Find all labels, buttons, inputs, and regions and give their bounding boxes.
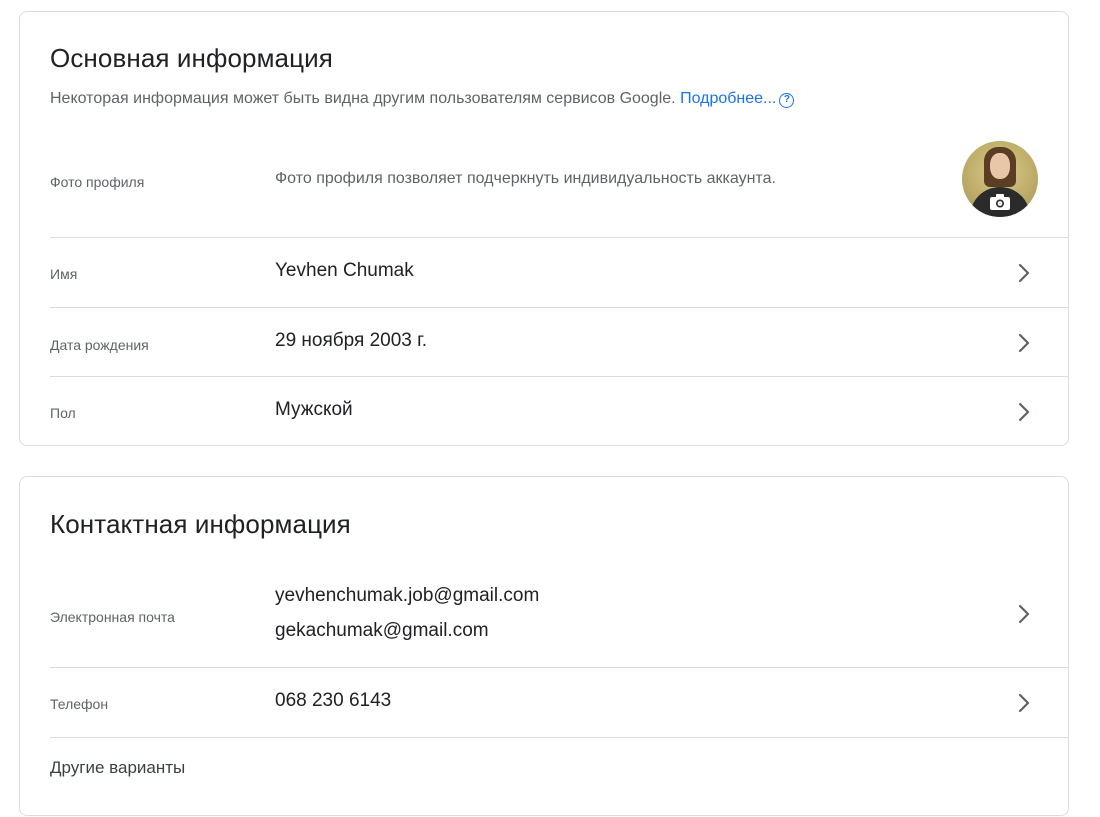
other-options-row[interactable]: Другие варианты [50, 737, 1068, 817]
basic-info-title: Основная информация [50, 43, 333, 73]
name-row[interactable]: Имя Yevhen Chumak [50, 237, 1068, 307]
chevron-right-icon [1018, 693, 1030, 713]
other-options-label: Другие варианты [50, 758, 186, 777]
contact-info-title: Контактная информация [50, 509, 351, 539]
basic-info-subtitle-text: Некоторая информация может быть видна др… [50, 90, 676, 107]
chevron-right-icon [1018, 263, 1030, 283]
birthday-row[interactable]: Дата рождения 29 ноября 2003 г. [50, 307, 1068, 376]
learn-more-link[interactable]: Подробнее... [680, 90, 776, 107]
birthday-value: 29 ноября 2003 г. [275, 330, 427, 351]
name-label: Имя [50, 266, 78, 282]
profile-photo-description: Фото профиля позволяет подчеркнуть индив… [275, 170, 776, 187]
chevron-right-icon [1018, 604, 1030, 624]
phone-row[interactable]: Телефон 068 230 6143 [50, 667, 1068, 737]
contact-info-card: Контактная информация Электронная почта … [19, 476, 1069, 816]
phone-value: 068 230 6143 [275, 690, 392, 711]
basic-info-subtitle: Некоторая информация может быть видна др… [50, 90, 795, 108]
phone-label: Телефон [50, 696, 109, 712]
help-circle-icon[interactable]: ? [779, 93, 795, 108]
gender-row[interactable]: Пол Мужской [50, 376, 1068, 446]
name-value: Yevhen Chumak [275, 260, 414, 281]
profile-avatar[interactable] [962, 141, 1038, 217]
email-label: Электронная почта [50, 609, 175, 625]
camera-icon[interactable] [989, 193, 1011, 211]
email-row[interactable]: Электронная почта yevhenchumak.job@gmail… [50, 569, 1068, 667]
profile-photo-row[interactable]: Фото профиля Фото профиля позволяет подч… [50, 126, 1068, 237]
email-primary-value: yevhenchumak.job@gmail.com [275, 585, 540, 606]
chevron-right-icon [1018, 402, 1030, 422]
gender-label: Пол [50, 405, 76, 421]
birthday-label: Дата рождения [50, 337, 149, 353]
profile-photo-label: Фото профиля [50, 174, 145, 190]
basic-info-card: Основная информация Некоторая информация… [19, 11, 1069, 446]
email-secondary-value: gekachumak@gmail.com [275, 620, 489, 641]
gender-value: Мужской [275, 399, 353, 420]
avatar-face [990, 153, 1010, 179]
chevron-right-icon [1018, 333, 1030, 353]
